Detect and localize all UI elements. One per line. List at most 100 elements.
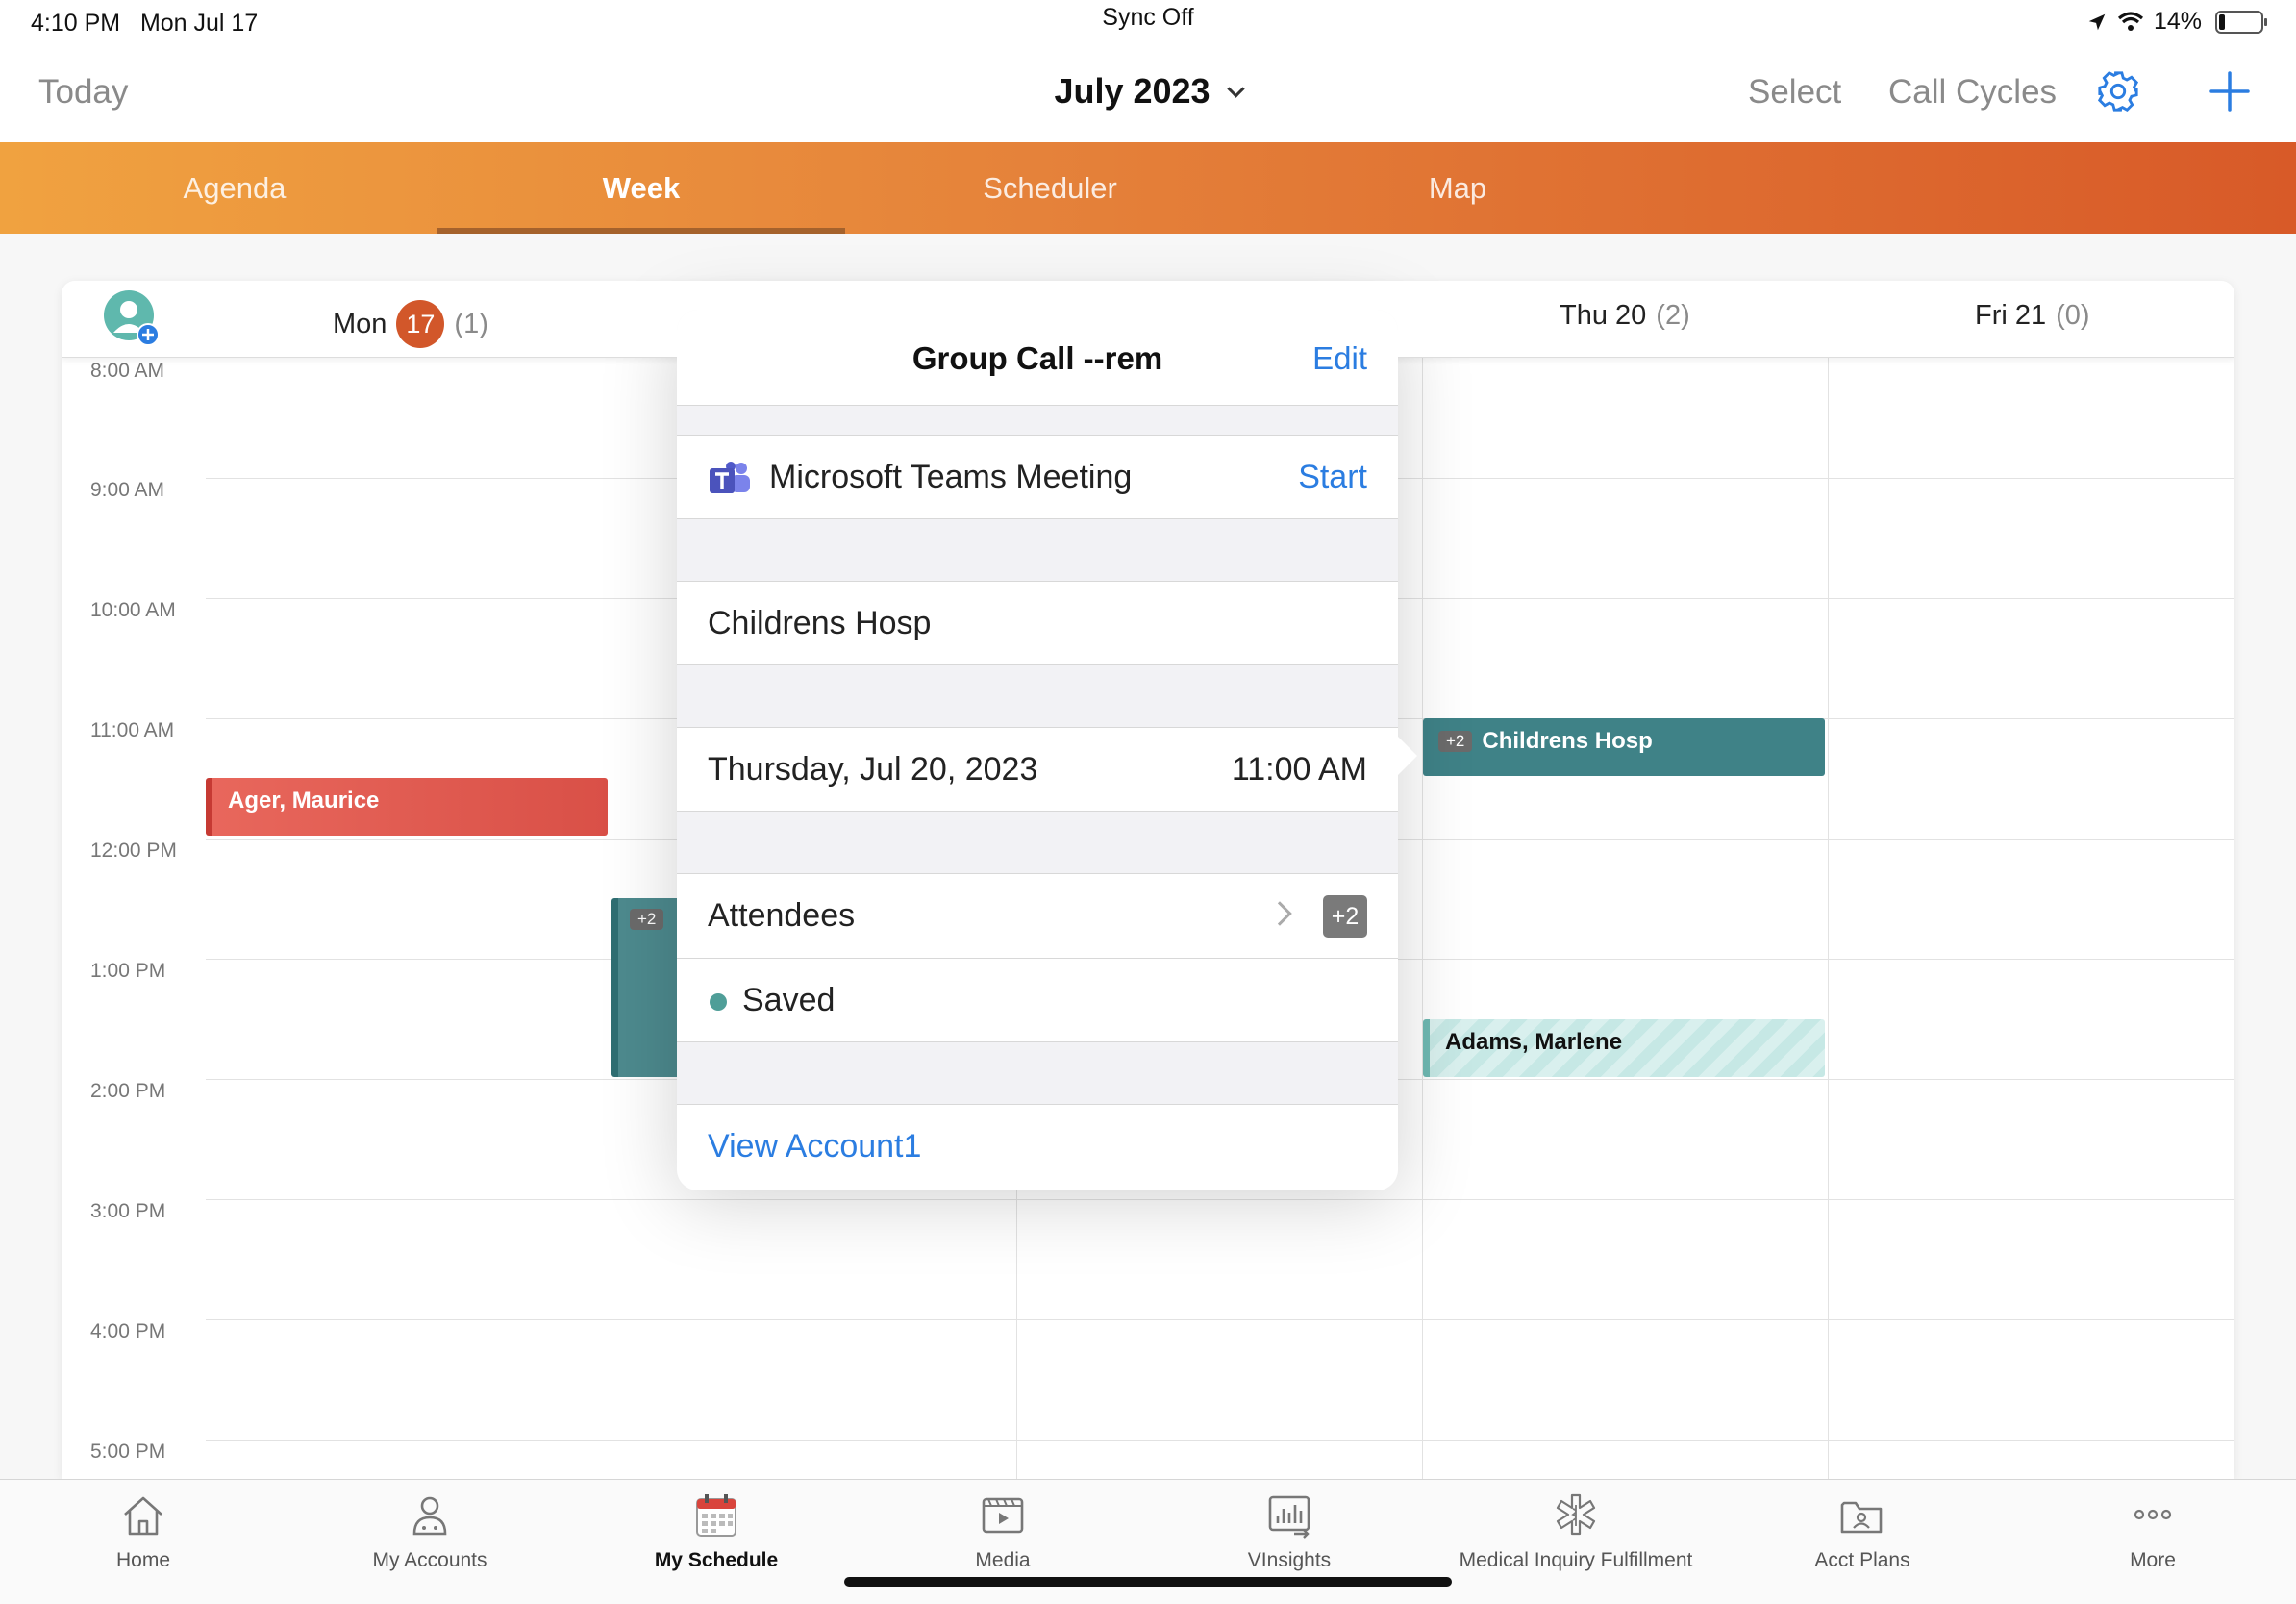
call-cycles-button[interactable]: Call Cycles (1888, 73, 2057, 112)
teams-icon (710, 462, 750, 493)
event-title: Adams, Marlene (1445, 1029, 1623, 1055)
popover-title: Group Call --rem (911, 340, 1163, 376)
wifi-icon (2117, 11, 2143, 31)
hour-gridline (206, 1440, 2234, 1441)
gear-icon[interactable] (2096, 69, 2140, 113)
medical-icon (1556, 1493, 1596, 1536)
month-label: July 2023 (1054, 71, 1210, 111)
day-divider (1422, 358, 1423, 1479)
view-tabs: Agenda Week Scheduler Map (0, 142, 2296, 234)
day-header-mon[interactable]: Mon 17 (1) (333, 300, 488, 348)
bottom-tab-my-schedule[interactable]: My Schedule (573, 1480, 860, 1604)
active-tab-indicator (437, 228, 845, 234)
teams-meeting-row: Microsoft Teams Meeting Start (677, 435, 1398, 519)
day-count: (1) (454, 308, 488, 339)
battery-icon (2215, 10, 2267, 34)
view-account-link[interactable]: View Account1 (708, 1128, 921, 1165)
event-childrens-hosp[interactable]: +2 Childrens Hosp (1423, 718, 1825, 776)
attendee-count-badge: +2 (630, 909, 664, 930)
bottom-tab-home[interactable]: Home (0, 1480, 287, 1604)
today-badge: 17 (396, 300, 445, 348)
hour-gridline (206, 1199, 2234, 1200)
attendee-count-badge: +2 (1438, 731, 1473, 752)
home-icon (124, 1496, 162, 1536)
popover-header: Group Call --rem Edit (677, 310, 1398, 406)
day-count: (0) (2056, 300, 2090, 331)
tab-map[interactable]: Map (1254, 142, 1661, 234)
bottom-tab-label: My Schedule (654, 1549, 779, 1571)
day-header-thu[interactable]: Thu 20 (2) (1560, 300, 1690, 332)
bottom-tab-medical-inquiry[interactable]: Medical Inquiry Fulfillment (1433, 1480, 1719, 1604)
chevron-right-icon (1267, 901, 1292, 926)
day-count: (2) (1656, 300, 1690, 331)
status-dot-icon (710, 993, 727, 1011)
tab-week[interactable]: Week (437, 142, 845, 234)
bottom-tab-label: Home (115, 1549, 171, 1571)
nav-bar: Today July 2023 Select Call Cycles (0, 44, 2296, 142)
tab-agenda[interactable]: Agenda (31, 142, 438, 234)
bottom-tab-label: Medical Inquiry Fulfillment (1459, 1549, 1693, 1571)
more-icon (2134, 1509, 2172, 1520)
tab-scheduler[interactable]: Scheduler (846, 142, 1254, 234)
hour-label: 2:00 PM (90, 1080, 166, 1102)
hour-label: 4:00 PM (90, 1320, 166, 1342)
home-indicator[interactable] (844, 1577, 1452, 1587)
hour-label: 10:00 AM (90, 599, 176, 621)
hour-label: 9:00 AM (90, 479, 165, 501)
day-divider (1828, 358, 1829, 1479)
bottom-tab-label: Media (975, 1549, 1031, 1571)
media-icon (982, 1497, 1024, 1534)
start-meeting-button[interactable]: Start (1298, 459, 1367, 496)
day-label: Fri 21 (1975, 300, 2047, 331)
status-row: Saved (677, 958, 1398, 1042)
event-ager-maurice[interactable]: Ager, Maurice (206, 778, 608, 836)
event-title: Ager, Maurice (228, 788, 380, 814)
bottom-tab-label: VInsights (1247, 1549, 1332, 1571)
attendees-count-badge: +2 (1323, 895, 1367, 938)
add-attendee-icon[interactable] (104, 290, 160, 346)
meeting-label: Microsoft Teams Meeting (769, 459, 1133, 495)
status-bar: 4:10 PM Mon Jul 17 Sync Off 14% (0, 0, 2296, 44)
event-adams-marlene[interactable]: Adams, Marlene (1423, 1019, 1825, 1077)
event-title: Childrens Hosp (1482, 728, 1653, 754)
location-icon (2088, 13, 2106, 30)
bottom-tab-acct-plans[interactable]: Acct Plans (1719, 1480, 2006, 1604)
attendees-label: Attendees (708, 897, 856, 934)
popover-arrow (1396, 735, 1417, 777)
attendees-row[interactable]: Attendees +2 (677, 873, 1398, 958)
hour-label: 12:00 PM (90, 840, 177, 862)
battery-percent: 14% (2153, 8, 2202, 35)
event-detail-popover: Group Call --rem Edit Microsoft Teams Me… (677, 310, 1398, 1190)
status-indicators: 14% (2086, 8, 2267, 36)
datetime-row: Thursday, Jul 20, 2023 11:00 AM (677, 727, 1398, 812)
accounts-icon (412, 1496, 447, 1536)
day-label: Mon (333, 308, 387, 339)
hour-label: 3:00 PM (90, 1200, 166, 1222)
bottom-tab-more[interactable]: More (2009, 1480, 2296, 1604)
event-date: Thursday, Jul 20, 2023 (708, 751, 1038, 788)
bottom-tab-label: My Accounts (372, 1549, 487, 1571)
status-label: Saved (742, 982, 836, 1018)
location-label: Childrens Hosp (708, 605, 932, 641)
hour-label: 5:00 PM (90, 1441, 166, 1463)
event-time: 11:00 AM (1231, 751, 1367, 788)
hour-label: 11:00 AM (90, 719, 175, 741)
add-icon[interactable] (2208, 69, 2252, 113)
location-row: Childrens Hosp (677, 581, 1398, 665)
day-label: Thu 20 (1560, 300, 1647, 331)
calendar-icon (696, 1494, 736, 1537)
insights-icon (1268, 1495, 1310, 1539)
hour-label: 1:00 PM (90, 960, 166, 982)
view-account-row: View Account1 (677, 1104, 1398, 1190)
select-button[interactable]: Select (1748, 73, 1841, 112)
hour-label: 8:00 AM (90, 360, 165, 382)
bottom-tab-label: Acct Plans (1814, 1549, 1910, 1571)
hour-gridline (206, 1319, 2234, 1320)
edit-button[interactable]: Edit (1312, 340, 1367, 377)
day-header-fri[interactable]: Fri 21 (0) (1975, 300, 2090, 332)
sync-status: Sync Off (1102, 4, 1194, 31)
chevron-down-icon (1226, 80, 1245, 98)
bottom-tab-label: More (2130, 1549, 2176, 1571)
bottom-tab-my-accounts[interactable]: My Accounts (287, 1480, 573, 1604)
acct-plans-icon (1840, 1501, 1883, 1534)
